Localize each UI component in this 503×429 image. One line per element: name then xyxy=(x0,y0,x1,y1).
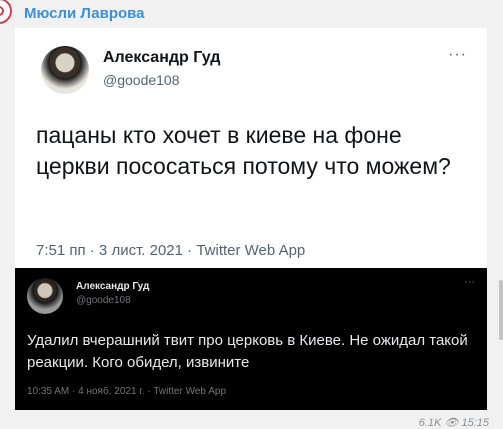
post-time: 15:15 xyxy=(461,417,489,429)
channel-name[interactable]: Мюсли Лаврова xyxy=(24,5,145,22)
tweet-text: Удалил вчерашний твит про церковь в Киев… xyxy=(27,332,468,371)
tweet-screenshot-dark[interactable]: Александр Гуд @goode108 ··· Удалил вчера… xyxy=(15,268,487,410)
tweet-text: пацаны кто хочет в киеве на фоне церкви … xyxy=(36,122,451,179)
more-options-icon: ··· xyxy=(448,46,467,63)
tweet-screenshot-light[interactable]: Александр Гуд @goode108 ··· пацаны кто х… xyxy=(15,28,487,268)
view-count: 6.1K xyxy=(418,417,442,429)
scrollbar[interactable] xyxy=(499,280,503,340)
tweet-meta: 7:51 пп · 3 лист. 2021 · Twitter Web App xyxy=(36,242,306,259)
more-options-icon: ··· xyxy=(464,276,475,288)
channel-avatar[interactable] xyxy=(0,0,12,24)
tweet-meta: 10:35 AM · 4 нояб. 2021 г. · Twitter Web… xyxy=(27,386,227,397)
author-avatar xyxy=(41,46,89,94)
tweet-author-name: Александр Гуд xyxy=(76,281,150,292)
eye-icon: 👁 xyxy=(444,417,459,429)
tweet-author-handle: @goode108 xyxy=(76,295,131,306)
tweet-author-name: Александр Гуд xyxy=(103,49,221,66)
author-avatar xyxy=(27,278,63,314)
tweet-author-handle: @goode108 xyxy=(103,72,180,88)
post-footer: 6.1K 👁 15:15 xyxy=(419,416,489,429)
